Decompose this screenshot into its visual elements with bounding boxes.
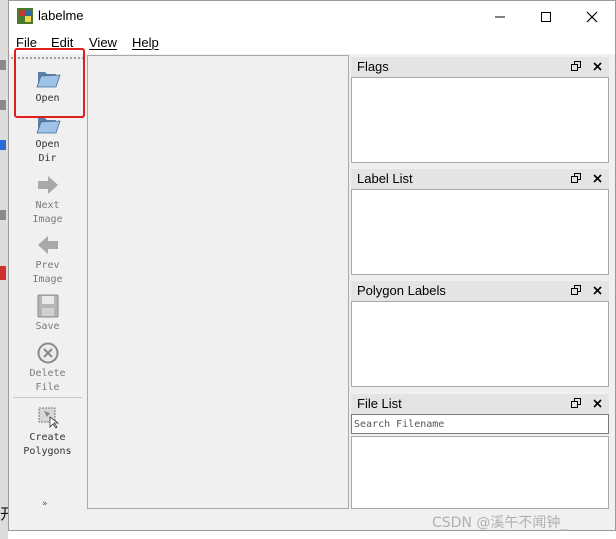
close-icon (592, 173, 602, 183)
delete-file-label: Delete File (29, 368, 66, 393)
flags-list[interactable] (351, 77, 609, 163)
float-icon (571, 398, 581, 408)
background-icon (0, 100, 6, 110)
image-canvas[interactable] (87, 55, 349, 509)
window-title: labelme (38, 8, 84, 23)
dock-close-button[interactable] (590, 59, 604, 73)
file-list-dock-titlebar[interactable]: File List (351, 394, 609, 414)
maximize-icon (541, 11, 551, 22)
open-dir-highlight-box (14, 48, 85, 118)
arrow-left-icon (37, 236, 58, 254)
close-icon (592, 285, 602, 295)
float-icon (571, 61, 581, 71)
float-icon (571, 173, 581, 183)
background-window-strip: 开 (0, 0, 15, 539)
dock-close-button[interactable] (590, 396, 604, 410)
background-icon (0, 140, 6, 150)
save-button[interactable]: Save (9, 294, 86, 334)
csdn-watermark: CSDN @溪午不闻钟_ (432, 515, 568, 531)
close-icon (592, 61, 602, 71)
next-image-label: Next Image (32, 200, 63, 225)
float-icon (571, 285, 581, 295)
open-dir-label: Open Dir (35, 139, 60, 164)
polygon-labels-dock-titlebar[interactable]: Polygon Labels (351, 281, 609, 301)
label-list-dock-titlebar[interactable]: Label List (351, 169, 609, 189)
flags-dock: Flags (351, 57, 609, 163)
menu-view[interactable]: View (89, 35, 117, 50)
maximize-button[interactable] (523, 1, 569, 32)
file-list[interactable] (351, 436, 609, 509)
floppy-disk-icon (37, 294, 58, 318)
close-icon (592, 398, 602, 408)
close-button[interactable] (569, 1, 615, 32)
delete-circle-icon (37, 342, 58, 364)
title-bar: labelme (9, 1, 615, 32)
dock-float-button[interactable] (569, 283, 583, 297)
file-list-title: File List (357, 396, 402, 411)
minimize-button[interactable] (477, 1, 523, 32)
background-icon (0, 60, 6, 70)
labelme-window: labelme File Edit View Help Open Open Di… (8, 0, 616, 531)
polygon-labels-title: Polygon Labels (357, 283, 446, 298)
dock-close-button[interactable] (590, 171, 604, 185)
dock-float-button[interactable] (569, 59, 583, 73)
label-list-title: Label List (357, 171, 413, 186)
background-icon (0, 210, 6, 220)
next-image-button[interactable]: Next Image (9, 173, 86, 227)
tools-toolbar: Open Open Dir Next Image Prev Image Save… (9, 56, 86, 509)
prev-image-label: Prev Image (32, 260, 63, 285)
polygon-labels-list[interactable] (351, 301, 609, 387)
polygon-labels-dock: Polygon Labels (351, 281, 609, 387)
menu-help[interactable]: Help (132, 35, 159, 50)
label-list[interactable] (351, 189, 609, 275)
close-icon (586, 11, 598, 22)
label-list-dock: Label List (351, 169, 609, 275)
delete-file-button[interactable]: Delete File (9, 341, 86, 395)
polygon-cursor-icon (38, 407, 59, 429)
create-polygons-button[interactable]: Create Polygons (9, 405, 86, 459)
dock-close-button[interactable] (590, 283, 604, 297)
file-list-dock: File List (351, 394, 609, 509)
toolbar-separator (13, 397, 82, 398)
toolbar-extension-chevron[interactable]: » (42, 499, 48, 509)
menu-bar: File Edit View Help (9, 32, 615, 54)
background-icon (0, 266, 6, 280)
dock-float-button[interactable] (569, 396, 583, 410)
open-dir-button[interactable]: Open Dir (9, 112, 86, 166)
save-label: Save (35, 321, 60, 332)
create-polygons-label: Create Polygons (23, 432, 72, 457)
labelme-app-icon (17, 8, 33, 24)
dock-float-button[interactable] (569, 171, 583, 185)
prev-image-button[interactable]: Prev Image (9, 233, 86, 287)
flags-title: Flags (357, 59, 389, 74)
flags-dock-titlebar[interactable]: Flags (351, 57, 609, 77)
search-filename-input[interactable] (351, 414, 609, 434)
minimize-icon (495, 16, 505, 17)
arrow-right-icon (37, 176, 58, 194)
